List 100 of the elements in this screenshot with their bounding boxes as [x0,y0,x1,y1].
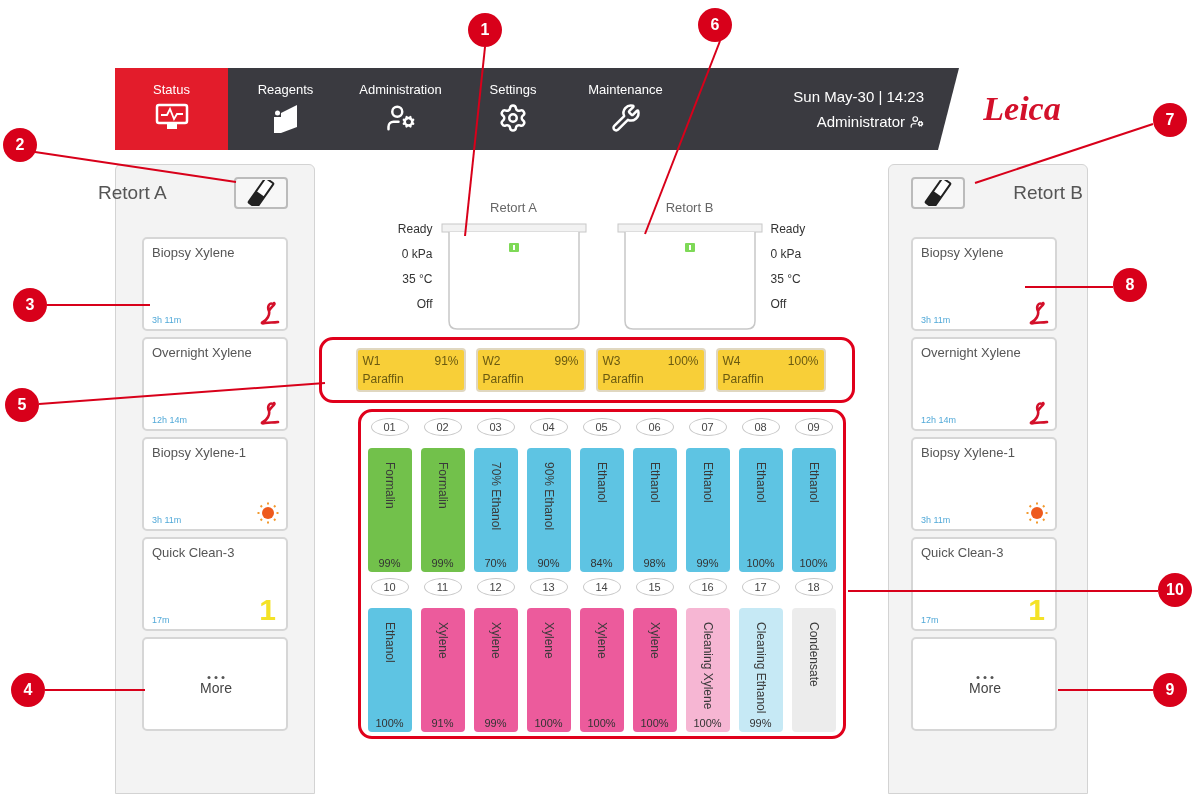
reagent-name: Ethanol [595,461,608,503]
retort-status: Off [416,297,433,311]
reagent-level: 99% [378,557,401,569]
nav-tab[interactable]: Settings [458,68,568,150]
bottle-cap: 03 [476,418,515,436]
retort-lid-button[interactable] [911,177,965,209]
protocol-card[interactable]: Overnight Xylene 12h 14m [142,337,288,431]
bottle-label[interactable]: Ethanol 100% [367,608,412,732]
step-number: 1 [259,595,277,625]
bottle-label[interactable]: Ethanol 98% [632,448,677,572]
protocol-card[interactable]: Biopsy Xylene 3h 11m [142,237,288,331]
bottle-label[interactable]: Xylene 91% [420,608,465,732]
protocol-duration: 3h 11m [152,315,182,325]
wax-bath[interactable]: W4 100% Paraffin [715,348,826,392]
reagent-name: Xylene [542,621,555,659]
bottle-label[interactable]: 90% Ethanol 90% [526,448,571,572]
reagent-level: 100% [746,557,775,569]
settings-icon [498,103,528,133]
reagent-level: 100% [587,717,616,729]
retort-status: 0 kPa [770,247,802,261]
bottle-label[interactable]: Xylene 99% [473,608,518,732]
reagent-level: 100% [640,717,669,729]
protocol-name: Quick Clean-3 [921,545,1005,560]
bottle-cap: 09 [794,418,833,436]
bottle-label[interactable]: Xylene 100% [632,608,677,732]
wrench-icon [610,103,641,133]
wax-bath-reagent: Paraffin [602,372,645,386]
wax-bath-id: W2 [482,354,501,368]
protocol-duration: 3h 11m [921,515,951,525]
more-label: More [200,679,232,696]
bottle-cap: 12 [476,578,515,596]
retort-lid-button[interactable] [234,177,288,209]
retort-title: Retort A [490,200,537,215]
protocol-card[interactable]: Biopsy Xylene-1 3h 11m [911,437,1057,531]
protocol-card[interactable]: Biopsy Xylene 3h 11m [911,237,1057,331]
bottle-cap: 15 [635,578,674,596]
protocol-card[interactable]: Overnight Xylene 12h 14m [911,337,1057,431]
tab-label: Reagents [257,82,314,97]
protocol-name: Biopsy Xylene-1 [921,445,1016,460]
bottle-label[interactable]: Xylene 100% [526,608,571,732]
bottle-label[interactable]: Ethanol 99% [685,448,730,572]
reagent-name: Ethanol [648,461,661,503]
more-card[interactable]: More [911,637,1057,731]
callout-marker: 6 [698,8,732,42]
bottle-cap: 05 [582,418,621,436]
reagent-name: Ethanol [807,461,820,503]
bottle-label[interactable]: Condensate [791,608,836,732]
bottle-label[interactable]: Xylene 100% [579,608,624,732]
bottle-label[interactable]: Ethanol 100% [738,448,783,572]
reagent-name: Xylene [436,621,449,659]
reagent-level: 99% [431,557,454,569]
protocol-card[interactable]: Quick Clean-3 17m 1 [142,537,288,631]
callout-marker: 4 [11,673,45,707]
user-gear-icon [385,103,416,133]
wax-bath[interactable]: W3 100% Paraffin [595,348,706,392]
wax-bath-level: 100% [787,354,819,368]
callout-marker: 2 [3,128,37,162]
more-card[interactable]: More [142,637,288,731]
callout-marker: 1 [468,13,502,47]
monitor-pulse-icon [154,103,189,131]
bottle-label[interactable]: Formalin 99% [367,448,412,572]
bottle-cap: 14 [582,578,621,596]
reagent-name: 90% Ethanol [542,461,555,531]
nav-tab[interactable]: Reagents [228,68,343,150]
bottle-label[interactable]: Ethanol 100% [791,448,836,572]
bottle-cap: 06 [635,418,674,436]
sun-icon [256,501,280,525]
protocol-card[interactable]: Biopsy Xylene-1 3h 11m [142,437,288,531]
reagent-level: 99% [749,717,772,729]
wax-bath[interactable]: W2 99% Paraffin [475,348,586,392]
retort-status: Ready [397,222,433,236]
user-name: Administrator [816,113,905,130]
wax-bath-id: W3 [602,354,621,368]
nav-tab[interactable]: Administration [343,68,458,150]
reagent-name: Xylene [489,621,502,659]
reagent-level: 100% [375,717,404,729]
callout-marker: 3 [13,288,47,322]
protocol-name: Biopsy Xylene [152,245,236,260]
reagent-level: 99% [484,717,507,729]
bottle-label[interactable]: Cleaning Ethanol 99% [738,608,783,732]
dots-icon [975,674,995,680]
nav-tab[interactable]: Maintenance [568,68,683,150]
bottle-label[interactable]: Formalin 99% [420,448,465,572]
wax-bath[interactable]: W1 91% Paraffin [355,348,466,392]
callout-marker: 8 [1113,268,1147,302]
retort-status: 0 kPa [401,247,433,261]
date-time: Sun May-30 | 14:23 [793,88,924,105]
wax-bath-level: 99% [554,354,579,368]
user-icon [910,114,924,129]
reagent-level: 84% [590,557,613,569]
bottle-label[interactable]: 70% Ethanol 70% [473,448,518,572]
nav-tab[interactable]: Status [115,68,228,150]
reagent-level: 91% [431,717,454,729]
callout-marker: 5 [5,388,39,422]
protocol-duration: 17m [152,615,170,625]
protocol-card[interactable]: Quick Clean-3 17m 1 [911,537,1057,631]
reagent-name: 70% Ethanol [489,461,502,531]
script-l-icon [1029,401,1049,425]
bottle-label[interactable]: Cleaning Xylene 100% [685,608,730,732]
bottle-label[interactable]: Ethanol 84% [579,448,624,572]
